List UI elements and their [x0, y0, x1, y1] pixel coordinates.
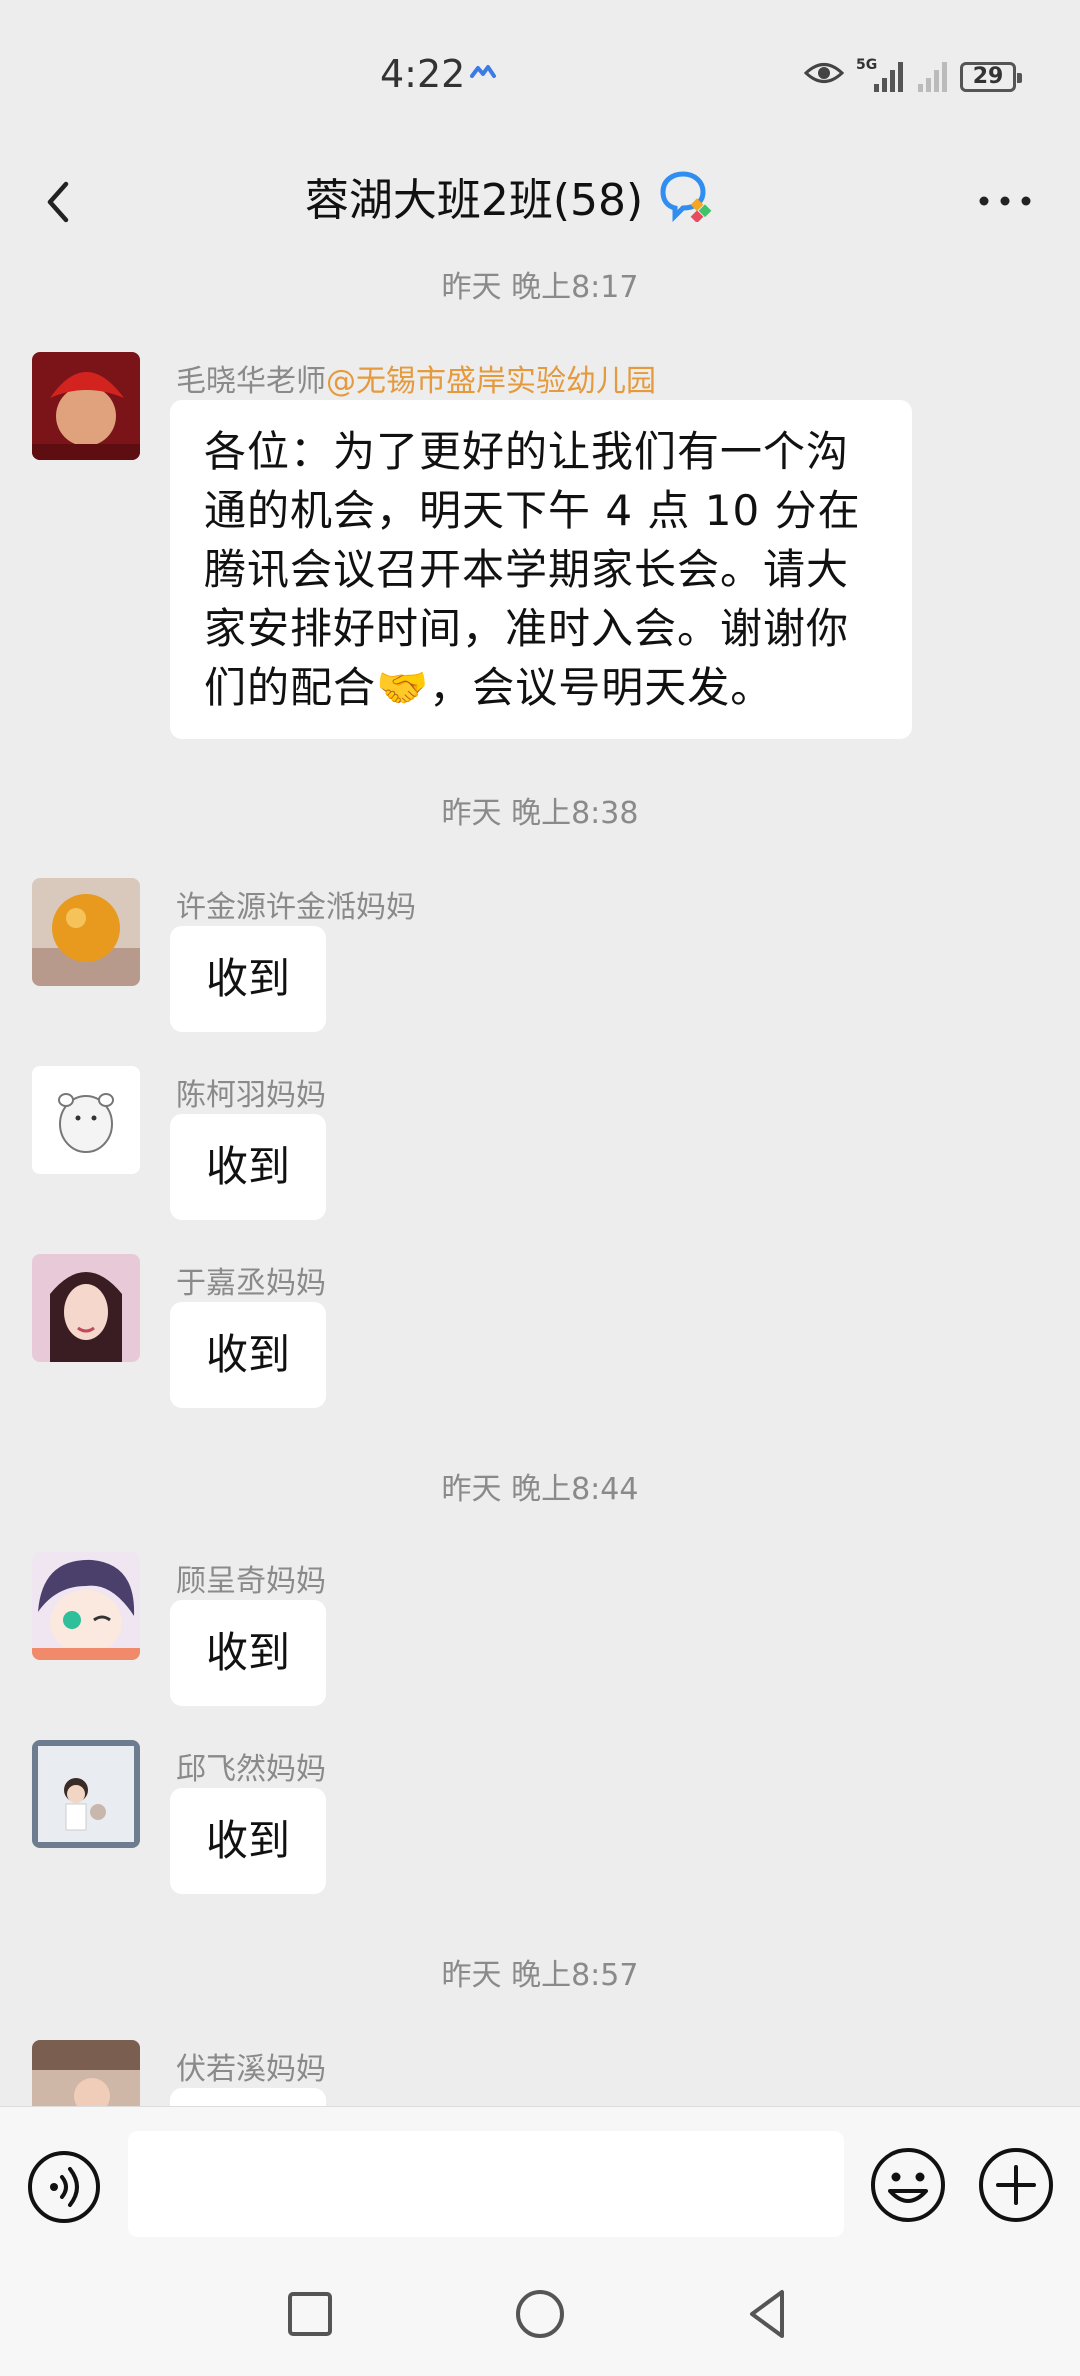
- more-dots-icon[interactable]: [970, 176, 1040, 226]
- timestamp: 昨天 晚上8:57: [441, 1958, 639, 1993]
- eye-icon: [804, 63, 844, 83]
- avatar[interactable]: [32, 1740, 140, 1848]
- message-list[interactable]: 昨天 晚上8:17 毛晓华老师@无锡市盛岸实验幼儿园 各位：为了更好的让我们有一…: [0, 260, 1080, 2106]
- message-input[interactable]: [128, 2131, 844, 2237]
- sender-name[interactable]: 伏若溪妈妈: [176, 2044, 326, 2088]
- message-bubble[interactable]: 收到: [170, 1114, 326, 1220]
- timestamp: 昨天 晚上8:38: [441, 796, 639, 831]
- network-speed-icon: [470, 65, 496, 78]
- chat-bubbles-icon: [660, 171, 712, 222]
- plus-icon[interactable]: [976, 2145, 1056, 2225]
- mention-link[interactable]: @无锡市盛岸实验幼儿园: [326, 364, 656, 399]
- input-bar: [0, 2106, 1080, 2256]
- message-bubble[interactable]: 收到: [170, 1302, 326, 1408]
- circle-icon[interactable]: [508, 2282, 572, 2346]
- avatar[interactable]: [32, 878, 140, 986]
- avatar[interactable]: [32, 2040, 140, 2106]
- sender-name[interactable]: 顾呈奇妈妈: [176, 1556, 326, 1600]
- avatar[interactable]: [32, 1066, 140, 1174]
- status-time: 4:22: [380, 52, 466, 96]
- message-bubble[interactable]: 收到: [170, 1600, 326, 1706]
- avatar[interactable]: [32, 1254, 140, 1362]
- sender-name[interactable]: 邱飞然妈妈: [176, 1744, 326, 1788]
- triangle-back-icon[interactable]: [738, 2282, 802, 2346]
- timestamp: 昨天 晚上8:17: [441, 270, 639, 305]
- message-bubble[interactable]: 收到: [170, 926, 326, 1032]
- chat-header: 蓉湖大班2班(58): [0, 150, 1080, 260]
- emoji-icon[interactable]: [868, 2145, 948, 2225]
- message-bubble[interactable]: 各位：为了更好的让我们有一个沟 通的机会，明天下午 4 点 10 分在 腾讯会议…: [170, 400, 912, 739]
- battery-indicator: 29: [960, 62, 1022, 92]
- sender-name[interactable]: 许金源许金湉妈妈: [176, 882, 416, 926]
- chat-title[interactable]: 蓉湖大班2班(58): [305, 164, 643, 228]
- timestamp: 昨天 晚上8:44: [441, 1472, 639, 1507]
- sender-name[interactable]: 陈柯羽妈妈: [176, 1070, 326, 1114]
- avatar[interactable]: [32, 352, 140, 460]
- message-line: 腾讯会议召开本学期家长会。请大: [204, 545, 850, 594]
- sender-name[interactable]: 毛晓华老师: [176, 364, 326, 399]
- signal-empty-icon: [918, 62, 947, 92]
- square-icon[interactable]: [278, 2282, 342, 2346]
- message-line: 通的机会，明天下午 4 点 10 分在: [204, 486, 861, 535]
- system-navigation-bar: [0, 2256, 1080, 2376]
- sender-name[interactable]: 于嘉丞妈妈: [176, 1258, 326, 1302]
- status-bar: 4:22 5G 29: [0, 0, 1080, 150]
- message-line: 各位：为了更好的让我们有一个沟: [204, 427, 850, 476]
- avatar[interactable]: [32, 1552, 140, 1660]
- message-line: 们的配合🤝，会议号明天发。: [204, 663, 774, 712]
- signal-icon: [874, 62, 903, 92]
- voice-icon[interactable]: [26, 2149, 102, 2225]
- message-line: 家安排好时间，准时入会。谢谢你: [204, 604, 850, 653]
- message-bubble[interactable]: [170, 2088, 326, 2106]
- message-bubble[interactable]: 收到: [170, 1788, 326, 1894]
